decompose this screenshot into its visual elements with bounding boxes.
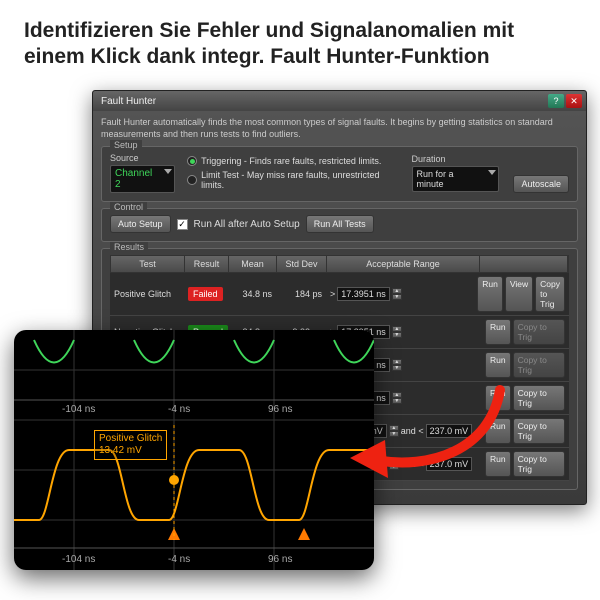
range-input[interactable]: 17.3951 ns — [337, 287, 390, 301]
auto-setup-button[interactable]: Auto Setup — [110, 215, 171, 233]
run-button[interactable]: Run — [477, 276, 503, 312]
spinner-buttons[interactable]: ▲▼ — [392, 326, 402, 338]
run-button[interactable]: Run — [485, 418, 511, 444]
spinner-buttons[interactable]: ▲▼ — [389, 458, 399, 470]
cell-mean: 34.8 ns — [228, 286, 276, 302]
headline: Identifizieren Sie Fehler und Signalanom… — [0, 0, 600, 79]
copy-to-trig-button[interactable]: Copy to Trig — [513, 451, 565, 477]
copy-to-trig-button: Copy to Trig — [513, 319, 565, 345]
tick-bot-1: -104 ns — [62, 554, 95, 565]
source-select[interactable]: Channel 2 — [110, 165, 175, 193]
run-after-label: Run All after Auto Setup — [194, 219, 300, 230]
control-group: Control Auto Setup Run All after Auto Se… — [101, 208, 578, 242]
view-button[interactable]: View — [505, 276, 533, 312]
control-label: Control — [110, 202, 147, 212]
radio-triggering[interactable]: Triggering - Finds rare faults, restrict… — [187, 156, 403, 166]
radio-off-icon — [187, 175, 197, 185]
radio-on-icon — [187, 156, 197, 166]
run-button[interactable]: Run — [485, 319, 511, 345]
run-button[interactable]: Run — [485, 451, 511, 477]
spinner-buttons[interactable]: ▲▼ — [389, 425, 399, 437]
copy-to-trig-button[interactable]: Copy to Trig — [535, 276, 565, 312]
source-label: Source — [110, 153, 175, 163]
tick-top-2: -4 ns — [168, 404, 190, 415]
spinner-buttons[interactable]: ▲▼ — [392, 288, 402, 300]
copy-to-trig-button[interactable]: Copy to Trig — [513, 418, 565, 444]
duration-select[interactable]: Run for a minute — [412, 166, 500, 192]
close-icon[interactable]: ✕ — [566, 94, 582, 108]
tick-bot-2: -4 ns — [168, 554, 190, 565]
autoscale-button[interactable]: Autoscale — [513, 175, 569, 193]
waveform-inset: -104 ns -4 ns 96 ns -104 ns -4 ns 96 ns — [14, 330, 374, 570]
spinner-buttons[interactable]: ▲▼ — [392, 392, 402, 404]
window-title: Fault Hunter — [97, 96, 546, 107]
duration-label: Duration — [412, 154, 500, 164]
cell-result: Failed — [184, 284, 228, 304]
tick-top-1: -104 ns — [62, 404, 95, 415]
tick-top-3: 96 ns — [268, 404, 292, 415]
run-button[interactable]: Run — [485, 385, 511, 411]
titlebar: Fault Hunter ? ✕ — [93, 91, 586, 111]
setup-label: Setup — [110, 140, 142, 150]
run-all-button[interactable]: Run All Tests — [306, 215, 374, 233]
run-button[interactable]: Run — [485, 352, 511, 378]
run-after-checkbox[interactable] — [177, 219, 188, 230]
copy-to-trig-button[interactable]: Copy to Trig — [513, 385, 565, 411]
cell-test: Positive Glitch — [110, 286, 184, 302]
chevron-down-icon — [164, 169, 172, 174]
range-input[interactable]: 237.0 mV — [426, 424, 473, 438]
results-header: Test Result Mean Std Dev Acceptable Rang… — [110, 255, 569, 273]
cell-std: 184 ps — [276, 286, 326, 302]
tick-bot-3: 96 ns — [268, 554, 292, 565]
table-row: Positive GlitchFailed34.8 ns184 ps>17.39… — [110, 273, 569, 316]
chevron-down-icon — [488, 170, 496, 175]
copy-to-trig-button: Copy to Trig — [513, 352, 565, 378]
spinner-buttons[interactable]: ▲▼ — [392, 359, 402, 371]
radio-limit-test[interactable]: Limit Test - May miss rare faults, unres… — [187, 170, 403, 190]
setup-group: Setup Source Channel 2 Triggering - Find… — [101, 146, 578, 202]
glitch-annotation: Positive Glitch 13.42 mV — [94, 430, 167, 460]
intro-text: Fault Hunter automatically finds the mos… — [101, 117, 578, 140]
results-label: Results — [110, 242, 148, 252]
cell-range: >17.3951 ns▲▼ — [326, 284, 481, 304]
help-icon[interactable]: ? — [548, 94, 564, 108]
range-input[interactable]: 237.0 mV — [426, 457, 473, 471]
